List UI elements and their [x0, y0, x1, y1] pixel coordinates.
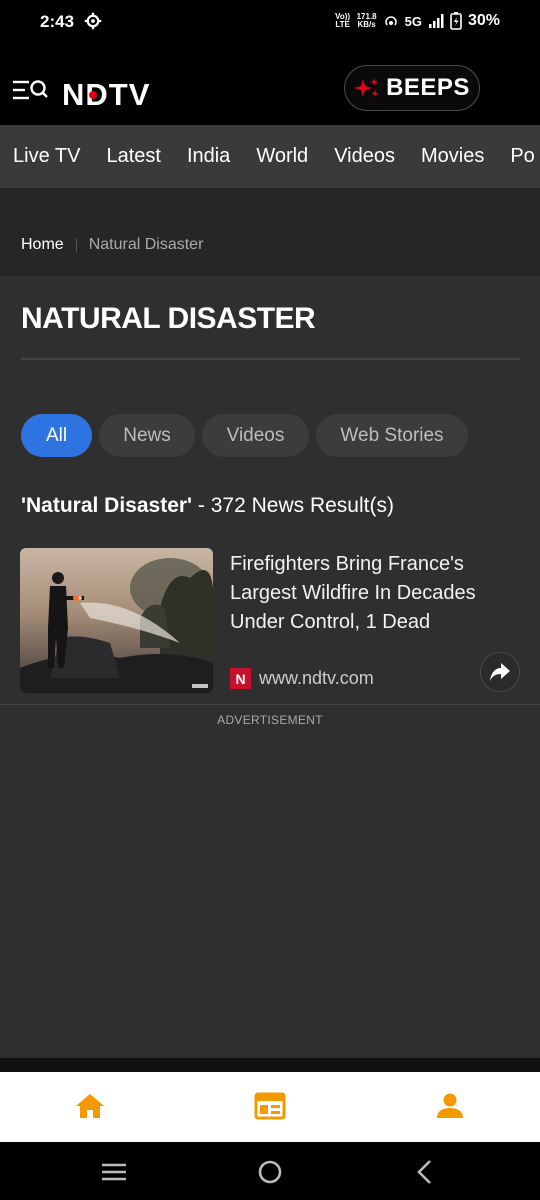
article-card[interactable]: Firefighters Bring France's Largest Wild…: [20, 548, 520, 693]
nav-item-india[interactable]: India: [187, 145, 230, 168]
title-divider: [21, 358, 520, 360]
net-speed-unit: KB/s: [357, 20, 376, 29]
page-title: NATURAL DISASTER: [21, 302, 316, 335]
battery-icon: [450, 12, 462, 30]
share-button[interactable]: [480, 652, 520, 692]
nav-item-partial[interactable]: Po: [510, 145, 534, 168]
sparkle-icon: [354, 78, 379, 97]
article-headline[interactable]: Firefighters Bring France's Largest Wild…: [230, 550, 510, 637]
bottom-divider-strip: [0, 1058, 540, 1072]
article-source: N www.ndtv.com: [230, 668, 374, 689]
filter-news[interactable]: News: [99, 414, 195, 457]
volte-indicator: Vo)) LTE: [335, 12, 351, 29]
source-url: www.ndtv.com: [259, 668, 374, 688]
filter-all[interactable]: All: [21, 414, 92, 457]
article-divider: [0, 704, 540, 705]
status-time: 2:43: [40, 12, 75, 31]
bottom-nav: [0, 1072, 540, 1142]
source-logo: N: [230, 668, 251, 689]
menu-search-icon[interactable]: [12, 78, 48, 104]
article-thumbnail[interactable]: [20, 548, 213, 693]
filter-web-stories[interactable]: Web Stories: [316, 414, 468, 457]
breadcrumb-home[interactable]: Home: [21, 236, 64, 254]
network-type: 5G: [404, 13, 422, 29]
home-circle-icon[interactable]: [257, 1159, 283, 1185]
category-nav: Live TV Latest India World Videos Movies…: [0, 125, 540, 188]
nav-item-movies[interactable]: Movies: [421, 145, 484, 168]
net-speed: 171.8 KB/s: [357, 13, 377, 29]
beeps-label: BEEPS: [386, 74, 470, 101]
signal-icon: [428, 14, 444, 28]
breadcrumb: Home Natural Disaster: [21, 236, 203, 254]
battery-percent: 30%: [467, 12, 500, 29]
breadcrumb-bar: Home Natural Disaster: [0, 188, 540, 276]
breadcrumb-divider: [75, 238, 77, 252]
results-query: 'Natural Disaster': [21, 494, 193, 517]
home-icon[interactable]: [74, 1090, 106, 1122]
nav-item-videos[interactable]: Videos: [334, 145, 395, 168]
nav-item-latest[interactable]: Latest: [106, 145, 160, 168]
recent-apps-icon[interactable]: [101, 1159, 127, 1185]
person-icon[interactable]: [434, 1090, 466, 1122]
ndtv-logo[interactable]: NDTV: [62, 77, 150, 113]
newspaper-icon[interactable]: [254, 1090, 286, 1122]
nav-item-live-tv[interactable]: Live TV: [13, 145, 80, 168]
back-icon[interactable]: [413, 1159, 439, 1185]
logo-dot: [89, 91, 97, 99]
filter-tabs: All News Videos Web Stories: [21, 414, 468, 457]
system-nav-bar: [0, 1142, 540, 1200]
share-icon: [490, 663, 510, 681]
beeps-button[interactable]: BEEPS: [344, 65, 480, 111]
status-right: Vo)) LTE 171.8 KB/s 5G 30%: [335, 12, 500, 30]
status-bar: 2:43 Vo)) LTE 171.8 KB/s 5G 30%: [0, 0, 540, 44]
hotspot-icon: [384, 16, 397, 26]
results-suffix: - 372 News Result(s): [192, 494, 394, 517]
logo-text: NDTV: [62, 77, 151, 112]
breadcrumb-current: Natural Disaster: [88, 236, 204, 253]
results-count: 'Natural Disaster' - 372 News Result(s): [21, 494, 394, 518]
gear-icon: [84, 12, 102, 30]
filter-videos[interactable]: Videos: [202, 414, 309, 457]
app-header: NDTV BEEPS: [0, 44, 540, 125]
nav-item-world[interactable]: World: [256, 145, 308, 168]
advertisement-label: ADVERTISEMENT: [217, 713, 323, 727]
